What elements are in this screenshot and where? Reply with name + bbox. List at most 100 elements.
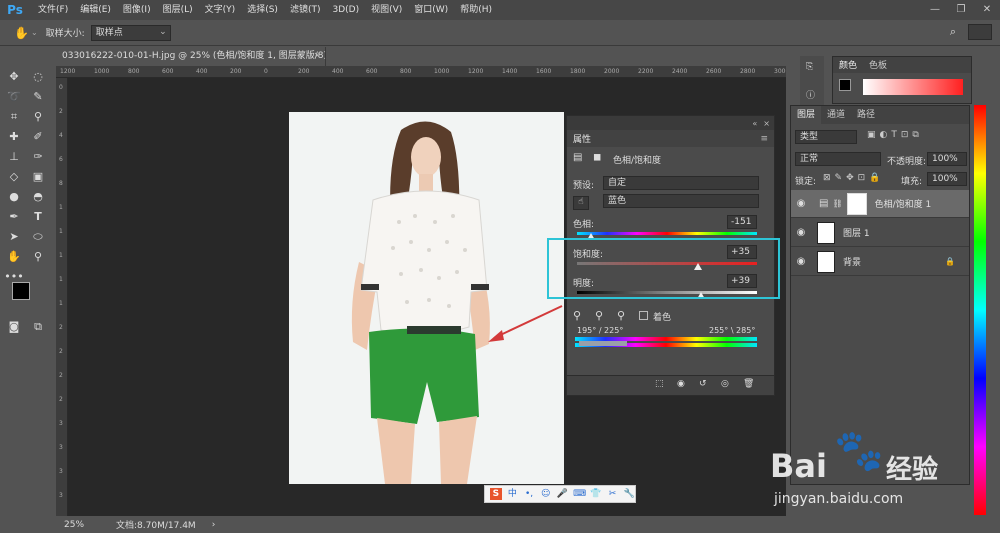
menu-layer[interactable]: 图层(L) <box>157 0 199 20</box>
close-button[interactable]: ✕ <box>974 0 1000 20</box>
menu-file[interactable]: 文件(F) <box>32 0 74 20</box>
panel-menu-icon[interactable]: ≡ <box>760 134 768 144</box>
close-panel-icon[interactable]: × <box>763 119 770 128</box>
layer-name[interactable]: 色相/饱和度 1 <box>875 197 932 210</box>
tab-properties[interactable]: 属性 <box>573 132 591 145</box>
color-ramp[interactable] <box>863 79 963 95</box>
colorize-checkbox[interactable] <box>639 311 648 320</box>
eyedropper-tool-icon[interactable]: ⚲ <box>28 108 48 126</box>
reset-icon[interactable]: ↺ <box>699 379 707 389</box>
visibility-icon[interactable]: ◎ <box>721 379 729 389</box>
eye-icon[interactable]: ◉ <box>791 256 811 267</box>
sample-size-select[interactable]: 取样点 <box>90 24 171 41</box>
layer-mask-thumb[interactable] <box>846 192 867 215</box>
eye-icon[interactable]: ◉ <box>791 198 811 209</box>
keyboard-icon[interactable]: ⌨ <box>573 488 586 500</box>
eyedropper-plus-icon[interactable]: ⚲ <box>595 309 603 322</box>
opacity-input[interactable]: 100% <box>927 152 967 166</box>
eraser-tool-icon[interactable]: ◇ <box>4 168 24 186</box>
marquee-tool-icon[interactable]: ◌ <box>28 68 48 86</box>
view-previous-icon[interactable]: ◉ <box>677 379 685 389</box>
hand-tool-icon[interactable]: ✋ <box>14 26 29 40</box>
history-brush-icon[interactable]: ✑ <box>28 148 48 166</box>
eyedropper-icon[interactable]: ⚲ <box>573 309 581 322</box>
dodge-tool-icon[interactable]: ◓ <box>28 188 48 206</box>
targeted-adjust-icon[interactable]: ☝ <box>573 196 589 210</box>
screen-mode-icon[interactable]: ⧉ <box>28 318 48 336</box>
lock-icons[interactable]: ⊠✎✥⊡🔒 <box>823 173 884 183</box>
eyedropper-minus-icon[interactable]: ⚲ <box>617 309 625 322</box>
restore-button[interactable]: ❐ <box>948 0 974 20</box>
sogou-icon[interactable]: S <box>490 488 502 500</box>
trash-icon[interactable]: 🗑 <box>743 379 754 389</box>
stamp-tool-icon[interactable]: ⊥ <box>4 148 24 166</box>
tab-color[interactable]: 颜色 <box>833 57 863 73</box>
hand-tool-icon[interactable]: ✋ <box>4 248 24 266</box>
quick-mask-icon[interactable]: ◙ <box>4 318 24 336</box>
zoom-tool-icon[interactable]: ⚲ <box>28 248 48 266</box>
tab-swatches[interactable]: 色板 <box>863 57 893 73</box>
tab-channels[interactable]: 通道 <box>821 106 851 124</box>
healing-brush-icon[interactable]: ✚ <box>4 128 24 146</box>
collapse-icon[interactable]: « <box>752 119 757 128</box>
brush-tool-icon[interactable]: ✐ <box>28 128 48 146</box>
color-foreground[interactable] <box>839 79 851 91</box>
tools-icon[interactable]: ✂ <box>607 488 619 500</box>
clip-to-layer-icon[interactable]: ⬚ <box>655 379 664 389</box>
settings-icon[interactable]: 🔧 <box>623 488 635 500</box>
layer-row-layer1[interactable]: ◉ 图层 1 <box>791 219 969 247</box>
crop-tool-icon[interactable]: ⌗ <box>4 108 24 126</box>
move-tool-icon[interactable]: ✥ <box>4 68 24 86</box>
document-image[interactable] <box>289 112 564 484</box>
type-tool-icon[interactable]: T <box>28 208 48 226</box>
punctuation-icon[interactable]: •, <box>523 488 535 500</box>
quick-select-tool-icon[interactable]: ✎ <box>28 88 48 106</box>
tab-paths[interactable]: 路径 <box>851 106 881 124</box>
chinese-mode-icon[interactable]: 中 <box>507 488 519 500</box>
link-icon[interactable]: ⛓ <box>832 199 842 208</box>
menu-select[interactable]: 选择(S) <box>241 0 284 20</box>
layer-row-hue-saturation[interactable]: ◉ ▤ ⛓ 色相/饱和度 1 <box>791 190 969 218</box>
blend-mode-select[interactable]: 正常 <box>795 152 881 166</box>
layer-name[interactable]: 图层 1 <box>843 226 870 239</box>
color-spectrum-strip[interactable] <box>974 105 986 515</box>
vertical-ruler[interactable]: 0 2 4 6 8 1 1 1 1 1 2 2 2 2 3 3 3 3 <box>56 78 68 516</box>
pen-tool-icon[interactable]: ✒ <box>4 208 24 226</box>
menu-edit[interactable]: 编辑(E) <box>74 0 117 20</box>
horizontal-ruler[interactable]: 1200 1000 800 600 400 200 0 200 400 600 800 1000 120… <box>56 66 789 78</box>
workspace-switcher[interactable] <box>968 24 992 40</box>
zoom-level[interactable]: 25% <box>64 520 84 530</box>
menu-type[interactable]: 文字(Y) <box>199 0 242 20</box>
mask-icon[interactable]: ◼ <box>593 152 601 163</box>
microphone-icon[interactable]: 🎤 <box>557 488 569 500</box>
fill-input[interactable]: 100% <box>927 172 967 186</box>
document-tab[interactable]: 033016222-010-01-H.jpg @ 25% (色相/饱和度 1, … <box>56 47 326 66</box>
menu-3d[interactable]: 3D(D) <box>326 0 365 20</box>
channel-select[interactable]: 蓝色 <box>603 194 759 208</box>
emoji-icon[interactable]: ☺ <box>540 488 552 500</box>
status-menu-arrow[interactable]: › <box>212 520 216 530</box>
menu-view[interactable]: 视图(V) <box>365 0 408 20</box>
search-icon[interactable]: ⌕ <box>950 25 956 39</box>
path-select-icon[interactable]: ➤ <box>4 228 24 246</box>
tab-layers[interactable]: 图层 <box>791 106 822 124</box>
hue-slider[interactable] <box>577 232 757 235</box>
menu-help[interactable]: 帮助(H) <box>454 0 498 20</box>
blur-tool-icon[interactable]: ● <box>4 188 24 206</box>
gradient-tool-icon[interactable]: ▣ <box>28 168 48 186</box>
eye-icon[interactable]: ◉ <box>791 227 811 238</box>
menu-filter[interactable]: 滤镜(T) <box>284 0 327 20</box>
minimize-button[interactable]: — <box>922 0 948 20</box>
shape-tool-icon[interactable]: ⬭ <box>28 228 48 246</box>
lasso-tool-icon[interactable]: ➰ <box>4 88 24 106</box>
close-icon[interactable]: × <box>313 47 321 66</box>
menu-window[interactable]: 窗口(W) <box>408 0 454 20</box>
foreground-color-swatch[interactable] <box>12 282 30 300</box>
layer-filter-select[interactable]: 类型 <box>795 130 857 144</box>
range-selector[interactable] <box>579 341 627 346</box>
layer-name[interactable]: 背景 <box>843 255 861 268</box>
hue-value[interactable]: -151 <box>727 215 757 229</box>
skin-icon[interactable]: 👕 <box>590 488 602 500</box>
layer-row-background[interactable]: ◉ 背景 🔒 <box>791 248 969 276</box>
filter-icons[interactable]: ▣◐T⊡⧉ <box>867 130 923 140</box>
